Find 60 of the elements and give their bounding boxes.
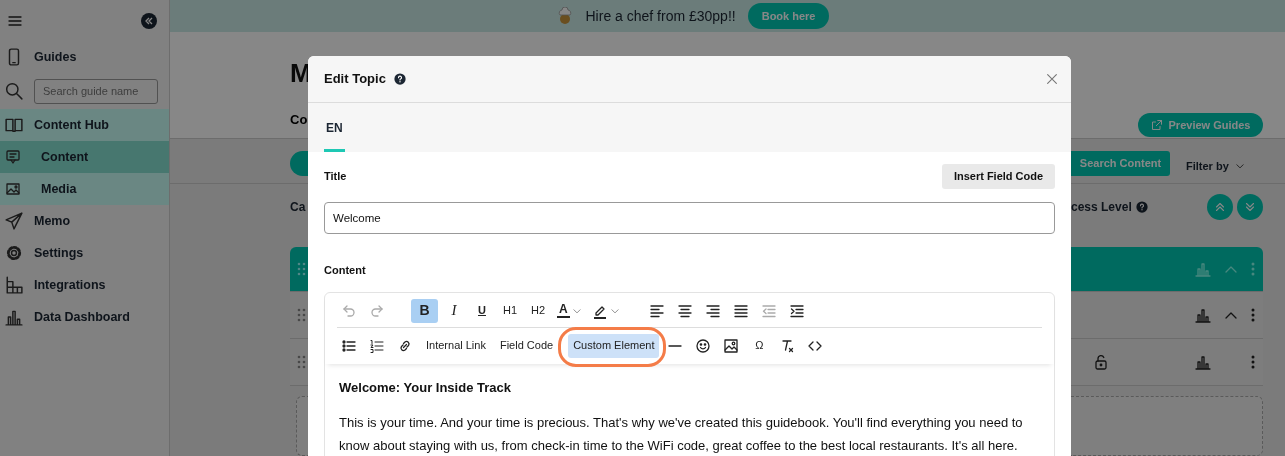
field-label: Content (324, 263, 367, 278)
align-right-icon[interactable] (704, 302, 721, 319)
toolbar-button[interactable]: H1 (498, 298, 522, 323)
align-center-icon[interactable] (676, 302, 693, 319)
align-left-icon[interactable] (648, 302, 665, 319)
underline-button[interactable]: U (470, 298, 494, 323)
content-paragraph: This is your time. And your time is precious. That's why we've created this guidebook. You'll find everything you need to know about staying with us, from check-in time to the WiFi code, great coffee to the best local restaurants. It's all here. (339, 413, 1024, 455)
more-options-icon[interactable] (1251, 355, 1255, 369)
column-heading: cess Level (1071, 198, 1132, 216)
sidebar-item[interactable]: Data Dashboard (0, 301, 169, 333)
sidebar-subitem[interactable]: Content (0, 141, 169, 173)
insert-field-code-button[interactable]: Insert Field Code (942, 164, 1055, 189)
bold-button[interactable]: B (411, 298, 438, 323)
toolbar-button[interactable]: Field Code (494, 333, 559, 358)
bar-chart-icon[interactable] (1195, 307, 1211, 323)
drag-handle-icon[interactable] (296, 261, 307, 277)
sidebar-item[interactable]: Settings (0, 237, 169, 269)
text-color-button[interactable]: A (554, 298, 585, 323)
sidebar-item[interactable]: Guides (0, 41, 169, 73)
banner-text: Hire a chef from £30pp!! (585, 6, 736, 26)
field-label: Title (324, 169, 347, 185)
image-icon (5, 181, 21, 197)
message-icon (5, 149, 21, 165)
justify-icon[interactable] (732, 302, 749, 319)
close-icon[interactable] (1045, 72, 1059, 86)
title-input[interactable]: Welcome (324, 202, 1055, 234)
toolbar-button[interactable]: Custom Element (568, 333, 660, 358)
toolbar-button[interactable]: Internal Link (421, 333, 491, 358)
column-heading: Ca (290, 199, 306, 214)
memo-icon (5, 212, 23, 230)
sidebar-item[interactable]: Memo (0, 205, 169, 237)
numbered-list-icon[interactable] (369, 337, 385, 354)
bar-chart-icon[interactable] (1195, 354, 1211, 370)
drag-handle-icon[interactable] (296, 307, 307, 323)
language-tab[interactable]: EN (324, 119, 345, 152)
dialog-title: Edit Topic (324, 70, 386, 89)
settings-icon (5, 244, 23, 262)
bar-chart-icon (5, 308, 23, 326)
image-icon[interactable] (723, 337, 740, 354)
search-field[interactable]: Search guide name (34, 78, 158, 104)
sidebar-item[interactable]: Content Hub (0, 109, 169, 141)
external-link-icon (1150, 119, 1163, 132)
more-options-icon[interactable] (1251, 308, 1255, 322)
collapse-sidebar-icon[interactable] (141, 12, 157, 29)
italic-button[interactable]: I (442, 298, 466, 323)
page-tab[interactable]: Co (290, 110, 308, 138)
help-icon[interactable] (393, 73, 406, 85)
toolbar-button[interactable]: Ω (747, 333, 772, 358)
grid-icon (5, 276, 23, 294)
toolbar-button[interactable]: H2 (526, 298, 550, 323)
search-icon (5, 82, 23, 100)
filter-dropdown[interactable]: Filter by (1186, 157, 1245, 175)
content-heading: Welcome: Your Inside Track (339, 378, 512, 397)
book-icon (5, 116, 23, 134)
indent-icon[interactable] (788, 302, 805, 319)
drag-handle-icon[interactable] (296, 354, 307, 370)
sidebar-item[interactable]: Integrations (0, 269, 169, 301)
smiley-icon[interactable] (695, 337, 712, 354)
padlock-icon (1093, 354, 1109, 370)
sidebar-subitem[interactable]: Media (0, 173, 169, 205)
